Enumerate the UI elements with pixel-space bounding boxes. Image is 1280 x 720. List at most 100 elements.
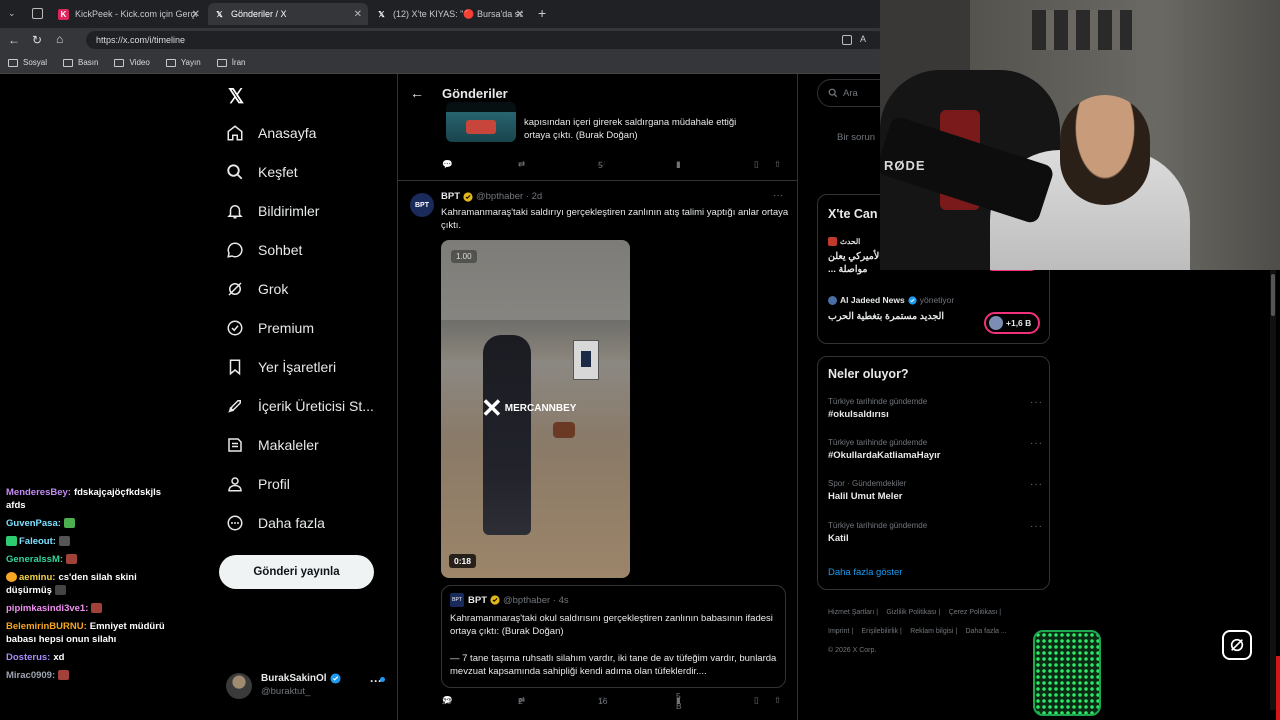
nav-item-premium[interactable]: Premium [226, 319, 314, 337]
browser-tab-x-posts[interactable]: 𝕏 Gönderiler / X ✕ [208, 3, 368, 25]
bookmark-folder-basin[interactable]: Basın [63, 58, 98, 67]
like-button[interactable]: ♡ 16 [598, 695, 608, 706]
notification-dot [380, 677, 385, 682]
gold-verified-icon [463, 191, 473, 202]
chat-message: Dosterus: xd [6, 652, 65, 663]
views-icon[interactable]: ▮ [676, 159, 681, 170]
avatar [989, 316, 1003, 330]
search-icon [227, 164, 243, 180]
tab-list-chevron-icon[interactable]: ⌄ [8, 8, 18, 18]
post-button[interactable]: Gönderi yayınla [219, 555, 374, 589]
nav-item-more[interactable]: Daha fazla [226, 514, 325, 532]
nav-item-bookmarks[interactable]: Yer İşaretleri [226, 358, 336, 376]
bookmark-icon[interactable]: ▯ [754, 159, 759, 170]
chat-message: GeneralssM: [0, 553, 170, 566]
translate-icon[interactable]: A [860, 34, 866, 44]
workspaces-icon[interactable] [32, 8, 43, 19]
trend-item[interactable]: Türkiye tarihinde gündemde Katil ··· [828, 521, 1043, 544]
tweet[interactable]: BPT BPT @bpthaber · 2d ··· Kahramanmaraş… [398, 181, 797, 720]
folder-icon [8, 58, 18, 67]
live-listeners-badge[interactable]: +1,6 B [984, 312, 1040, 334]
views-button[interactable]: ▮ 5 B [676, 691, 683, 711]
home-icon [227, 125, 243, 141]
nav-item-profile[interactable]: Profil [226, 475, 290, 493]
emote-icon [91, 603, 103, 614]
bookmark-folder-yayin[interactable]: Yayın [165, 58, 201, 67]
home-icon[interactable]: ⌂ [56, 32, 63, 46]
video-speed-badge[interactable]: 1.00 [451, 250, 477, 263]
mic-brand-label: RØDE [884, 158, 926, 173]
close-tab-icon[interactable]: ✕ [354, 9, 362, 20]
shooter-figure [483, 335, 531, 535]
folder-icon [63, 58, 74, 67]
account-switcher[interactable]: BurakSakinOl @buraktut_ ··· [226, 671, 390, 703]
nav-item-grok[interactable]: Grok [226, 280, 288, 298]
nav-item-explore[interactable]: Keşfet [226, 163, 298, 181]
trends-card: Neler oluyor? Türkiye tarihinde gündemde… [817, 356, 1050, 590]
bookmark-icon [229, 359, 241, 376]
chat-message: pipimkasindi3ve1: [0, 602, 170, 615]
video-watermark: ✕ MERCANNBEY [481, 393, 577, 423]
repost-button[interactable]: ⇄ 2 [518, 695, 527, 706]
emote-icon [58, 536, 70, 547]
more-circle-icon [227, 515, 243, 531]
account-name: BurakSakinOl [261, 673, 341, 684]
feed-header: ← Gönderiler [398, 74, 797, 112]
nav-item-chat[interactable]: Sohbet [226, 241, 302, 259]
tweet-video[interactable]: ✕ MERCANNBEY 1.00 0:18 [441, 240, 630, 578]
trend-item[interactable]: Türkiye tarihinde gündemde #okulsaldırısı… [828, 397, 1043, 420]
tweet-text: Kahramanmaraş'taki saldırıyı gerçekleşti… [441, 207, 789, 231]
webcam-overlay: RØDE [880, 0, 1280, 270]
reply-icon[interactable]: 💬 [442, 159, 453, 170]
like-button[interactable]: ♡ 5 [598, 159, 608, 170]
more-dots-icon[interactable]: ··· [1030, 521, 1043, 532]
feed-column: kapısından içeri girerek saldırgana müda… [397, 74, 798, 720]
close-tab-icon[interactable]: ✕ [192, 9, 200, 20]
avatar [226, 673, 252, 699]
more-dots-icon[interactable]: ··· [1030, 397, 1043, 408]
more-dots-icon[interactable]: ··· [1030, 438, 1043, 449]
trend-item[interactable]: Spor · Gündemdekiler Halil Umut Meler ··· [828, 479, 1043, 502]
share-icon[interactable]: ⇧ [774, 695, 781, 706]
bookmark-folder-sosyal[interactable]: Sosyal [8, 58, 47, 67]
tweet-author: BPT @bpthaber · 2d [441, 191, 543, 202]
bookmark-icon[interactable]: ▯ [754, 695, 759, 706]
bookmark-folder-video[interactable]: Video [114, 58, 150, 67]
more-dots-icon[interactable]: ··· [1030, 479, 1043, 490]
back-icon[interactable]: ← [8, 33, 20, 47]
tweet-actions: 💬 23 ⇄ 2 ♡ 16 ▮ 5 B ▯ ⇧ [438, 691, 788, 711]
bookmark-folder-iran[interactable]: İran [216, 58, 245, 67]
trend-item[interactable]: Türkiye tarihinde gündemde #OkullardaKatl… [828, 438, 1043, 461]
nav-item-notifications[interactable]: Bildirimler [226, 202, 319, 220]
url-input[interactable]: https://x.com/i/timeline [86, 31, 886, 49]
x-logo-icon[interactable]: 𝕏 [228, 84, 244, 109]
repost-icon[interactable]: ⇄ [518, 159, 525, 170]
wall-frames [1032, 10, 1132, 50]
page-scrollbar[interactable] [1270, 270, 1276, 710]
new-tab-icon[interactable]: + [538, 5, 546, 21]
chat-message: BelemirinBURNU: Emniyet müdürü babası hep… [6, 621, 165, 645]
nav-item-home[interactable]: Anasayfa [226, 124, 316, 142]
browser-tab-kickpeek[interactable]: K KickPeek - Kick.com için Gerçek Za ✕ [52, 3, 206, 25]
show-more-link[interactable]: Daha fazla göster [828, 567, 902, 578]
reply-button[interactable]: 💬 23 [442, 695, 455, 706]
browser-tab-x-kiyas[interactable]: 𝕏 (12) X'te KIYAS: "🔴 Bursa'da sosy ✕ [370, 3, 530, 25]
chat-message: MenderesBey: fdskajçajöçfkdskjls afds [6, 487, 162, 511]
chat-bubble-icon [227, 242, 243, 258]
live-title: X'te Can [828, 207, 878, 221]
page-action-icon[interactable] [842, 35, 852, 45]
chat-message: Mirac0909: [0, 669, 170, 682]
quoted-tweet[interactable]: BPT BPT @bpthaber · 4s Kahramanmaraş'tak… [441, 585, 786, 688]
x-sidebar-nav: 𝕏 Anasayfa Keşfet Bildirimler Sohbet Gro… [219, 74, 396, 720]
close-tab-icon[interactable]: ✕ [516, 9, 524, 20]
badge-icon [6, 536, 17, 547]
tweet-more-icon[interactable]: ··· [773, 190, 783, 201]
page-title: Gönderiler [442, 85, 508, 101]
nav-item-articles[interactable]: Makaleler [226, 436, 319, 454]
nav-item-creator-studio[interactable]: İçerik Üreticisi St... [226, 397, 374, 415]
share-icon[interactable]: ⇧ [774, 159, 781, 170]
reload-icon[interactable]: ↻ [32, 33, 42, 47]
emote-icon [54, 585, 66, 596]
slash-circle-icon[interactable] [1222, 630, 1252, 660]
back-arrow-icon[interactable]: ← [410, 85, 424, 101]
